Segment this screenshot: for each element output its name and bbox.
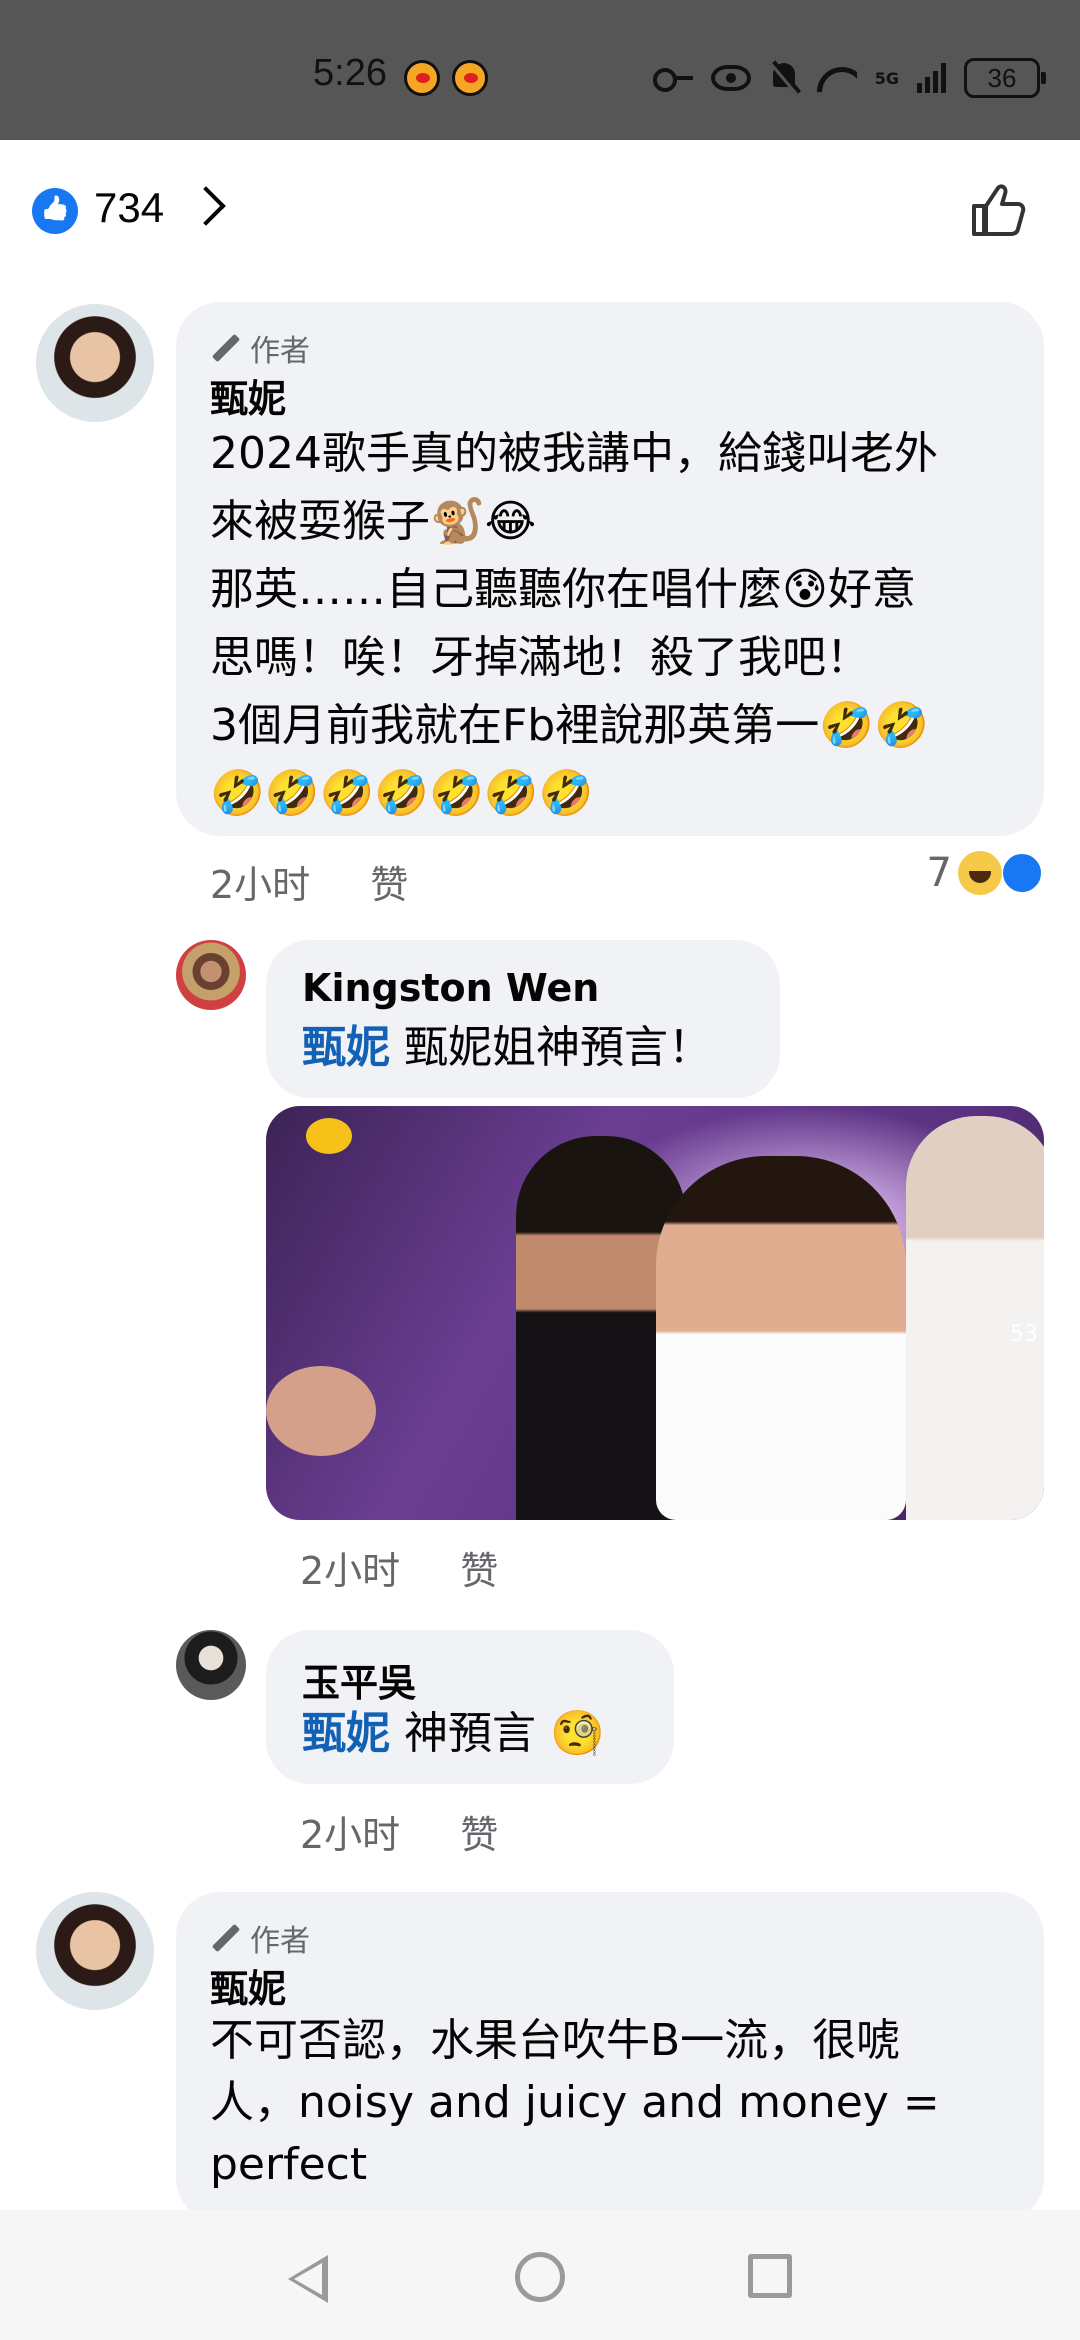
- status-bar: 5:26 5G 36: [0, 0, 1080, 140]
- reply-text: 甄妮 甄妮姐神預言！: [302, 1014, 712, 1082]
- like-button[interactable]: 赞: [370, 863, 408, 907]
- reply-author-name[interactable]: 玉平吳: [302, 1652, 416, 1707]
- like-button[interactable]: 赞: [460, 1813, 498, 1857]
- key-icon: [652, 68, 693, 92]
- mute-icon: [769, 61, 799, 95]
- haha-reaction-icon: [958, 851, 1002, 895]
- like-reaction-icon: [32, 188, 78, 234]
- author-tag-label: 作者: [250, 334, 310, 369]
- comment-author-name[interactable]: 甄妮: [210, 368, 286, 423]
- reply-meta: 2小时 赞: [300, 1804, 498, 1859]
- comment-author-name[interactable]: 甄妮: [210, 1958, 286, 2013]
- reply-text: 甄妮 神預言 🧐: [302, 1700, 605, 1768]
- video-person: [656, 1156, 906, 1520]
- reply-body: 神預言 🧐: [404, 1708, 605, 1759]
- comment-text: 不可否認，水果台吹牛B一流，很唬 人，noisy and juicy and m…: [210, 2010, 1030, 2196]
- weibo-notification-icon: [452, 60, 488, 96]
- chevron-right-icon[interactable]: [186, 186, 226, 226]
- recent-apps-icon[interactable]: [748, 2254, 792, 2298]
- author-tag: 作者: [210, 326, 310, 370]
- thumbs-up-icon[interactable]: [968, 180, 1028, 240]
- system-nav-bar: [0, 2210, 1080, 2340]
- avatar[interactable]: [36, 1892, 154, 2010]
- like-button[interactable]: 赞: [460, 1549, 498, 1593]
- comment-line: 2024歌手真的被我講中，給錢叫老外: [210, 428, 938, 479]
- channel-logo-icon: [306, 1118, 352, 1154]
- reply-meta: 2小时 赞: [300, 1540, 498, 1595]
- back-icon[interactable]: [288, 2255, 328, 2303]
- mention-link[interactable]: 甄妮: [302, 1708, 390, 1759]
- eye-icon: [710, 65, 751, 91]
- pencil-icon: [210, 1924, 238, 1952]
- status-time: 5:26: [313, 52, 387, 94]
- avatar[interactable]: [176, 1630, 246, 1700]
- comment-text: 2024歌手真的被我講中，給錢叫老外 來被耍猴子🐒😂 那英……自己聽聽你在唱什麼…: [210, 420, 1030, 828]
- comment-line: 那英……自己聽聽你在唱什麼😰好意: [210, 564, 916, 615]
- signal-icon: [917, 63, 946, 93]
- author-tag-label: 作者: [250, 1924, 310, 1959]
- comment-line: 思嗎！唉！牙掉滿地！殺了我吧！: [210, 632, 870, 683]
- reply-time: 2小时: [300, 1549, 401, 1593]
- reply-video[interactable]: 53: [266, 1106, 1044, 1520]
- comment-line: perfect: [210, 2139, 368, 2190]
- home-icon[interactable]: [515, 2252, 565, 2302]
- comment-line: 🤣🤣🤣🤣🤣🤣🤣: [210, 768, 594, 819]
- comment-line: 人，noisy and juicy and money =: [210, 2077, 940, 2128]
- avatar[interactable]: [36, 304, 154, 422]
- reactions-header[interactable]: 734: [32, 170, 1048, 250]
- author-tag: 作者: [210, 1916, 310, 1960]
- reply-body: 甄妮姐神預言！: [404, 1022, 712, 1073]
- comment-reaction-count: 7: [926, 850, 952, 896]
- reply-author-name[interactable]: Kingston Wen: [302, 966, 599, 1010]
- comment-bubble: 作者 甄妮 2024歌手真的被我講中，給錢叫老外 來被耍猴子🐒😂 那英……自己聽…: [176, 302, 1044, 836]
- comment-meta: 2小时 赞: [210, 854, 408, 909]
- video-overlay-count: 53: [1010, 1322, 1038, 1347]
- video-hand: [266, 1366, 376, 1456]
- wifi-icon: [817, 63, 857, 93]
- reaction-count[interactable]: 734: [94, 184, 164, 232]
- reply-time: 2小时: [300, 1813, 401, 1857]
- battery-indicator: 36: [964, 58, 1046, 98]
- comment-bubble: 作者 甄妮 不可否認，水果台吹牛B一流，很唬 人，noisy and juicy…: [176, 1892, 1044, 2222]
- comment-reactions[interactable]: 7: [927, 850, 1044, 896]
- pencil-icon: [210, 334, 238, 362]
- mention-link[interactable]: 甄妮: [302, 1022, 390, 1073]
- avatar[interactable]: [176, 940, 246, 1010]
- video-person: [906, 1116, 1044, 1520]
- like-reaction-icon: [1000, 851, 1044, 895]
- network-type: 5G: [874, 68, 899, 88]
- comment-time: 2小时: [210, 863, 311, 907]
- reply-bubble: 玉平吳 甄妮 神預言 🧐: [266, 1630, 674, 1784]
- comment-line: 3個月前我就在Fb裡說那英第一🤣🤣: [210, 700, 929, 751]
- comment-line: 不可否認，水果台吹牛B一流，很唬: [210, 2015, 901, 2066]
- comment-line: 來被耍猴子🐒😂: [210, 496, 537, 547]
- reply-bubble: Kingston Wen 甄妮 甄妮姐神預言！: [266, 940, 780, 1098]
- weibo-notification-icon: [404, 60, 440, 96]
- status-icons: 5G 36: [652, 58, 1046, 98]
